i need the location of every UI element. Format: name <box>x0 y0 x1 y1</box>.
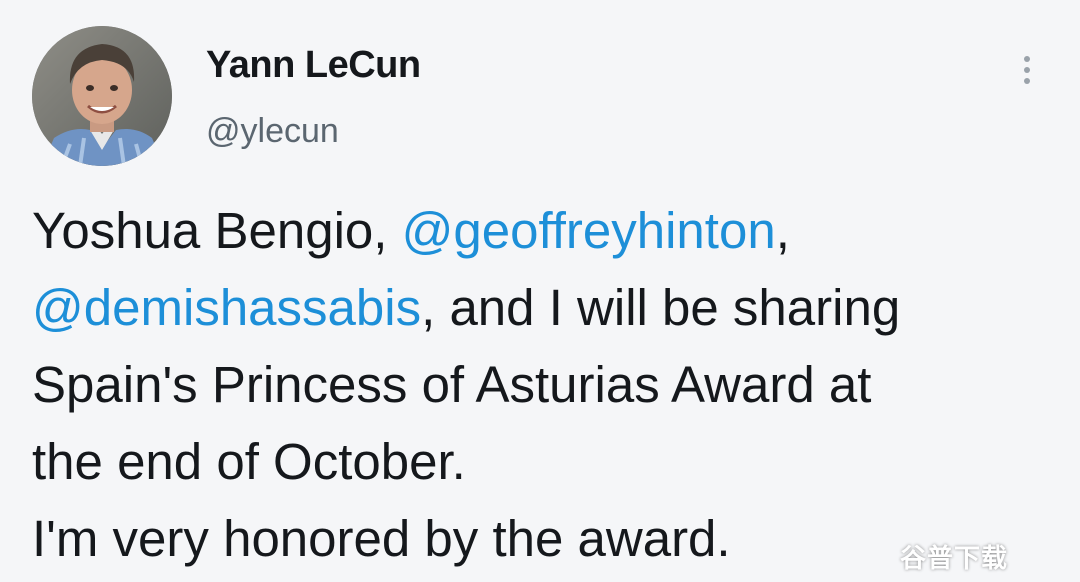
tweet-text-segment: , and I will be sharing <box>421 279 901 336</box>
mention-link-geoffreyhinton[interactable]: @geoffreyhinton <box>402 202 776 259</box>
tweet-text: Yoshua Bengio, @geoffreyhinton, @demisha… <box>32 192 1052 577</box>
tweet-text-segment: , <box>775 202 790 259</box>
more-vertical-icon-dot <box>1024 67 1030 73</box>
tweet-line: @demishassabis, and I will be sharing <box>32 269 1052 346</box>
avatar-photo <box>32 26 172 166</box>
avatar[interactable] <box>32 26 172 166</box>
tweet-line: Spain's Princess of Asturias Award at <box>32 356 872 413</box>
user-handle[interactable]: @ylecun <box>206 112 339 151</box>
tweet-line: I'm very honored by the award. <box>32 510 731 567</box>
more-options-button[interactable] <box>1012 50 1042 90</box>
more-vertical-icon <box>1024 56 1030 62</box>
tweet-line: the end of October. <box>32 433 466 490</box>
mention-link-demishassabis[interactable]: @demishassabis <box>32 279 421 336</box>
watermark: 谷普下载 <box>900 543 1009 573</box>
display-name[interactable]: Yann LeCun <box>206 44 421 87</box>
tweet-line: Yoshua Bengio, @geoffreyhinton, <box>32 192 1052 269</box>
tweet-card: Yann LeCun @ylecun Yoshua Bengio, @geoff… <box>0 0 1080 582</box>
more-vertical-icon-dot <box>1024 78 1030 84</box>
tweet-text-segment: Yoshua Bengio, <box>32 202 402 259</box>
